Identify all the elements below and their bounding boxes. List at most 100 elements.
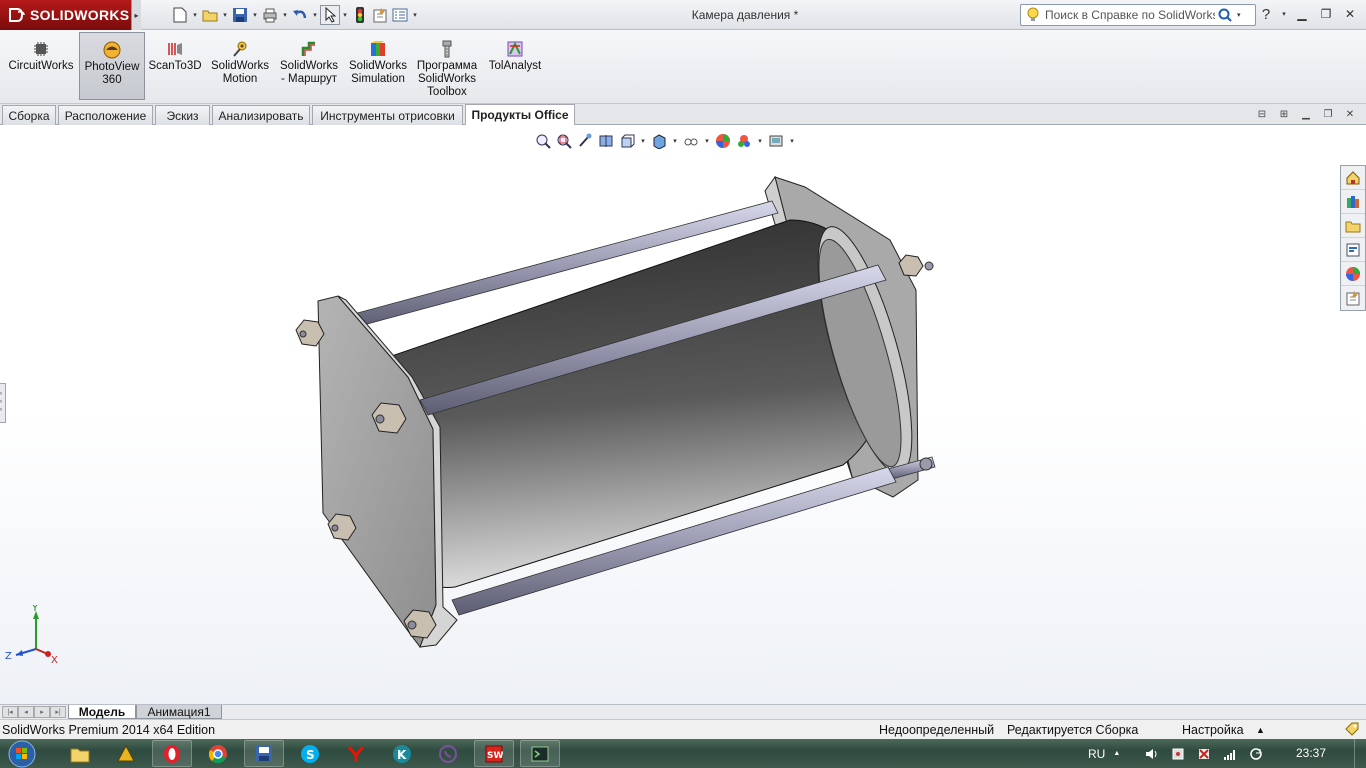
new-document-icon[interactable] [170, 5, 190, 25]
chevron-down-icon[interactable]: ▾ [410, 11, 420, 19]
undo-icon[interactable] [290, 5, 310, 25]
chevron-down-icon[interactable]: ▾ [280, 11, 290, 19]
chevron-down-icon[interactable]: ▾ [787, 137, 797, 145]
print-icon[interactable] [260, 5, 280, 25]
tab-evaluate[interactable]: Анализировать [212, 105, 310, 125]
network-signal-icon[interactable] [1222, 746, 1238, 762]
taskbar-explorer[interactable] [60, 740, 100, 767]
save-icon[interactable] [230, 5, 250, 25]
zoom-to-fit-icon[interactable] [533, 131, 553, 151]
file-explorer-icon[interactable] [1341, 214, 1365, 238]
show-desktop-button[interactable] [1354, 739, 1366, 768]
start-button[interactable] [4, 739, 40, 768]
first-tab-arrow-icon[interactable]: |◂ [2, 706, 18, 718]
hide-show-items-icon[interactable] [681, 131, 701, 151]
volume-icon[interactable] [1144, 746, 1160, 762]
language-indicator[interactable]: RU ▲ [1088, 747, 1120, 761]
pressure-chamber-model[interactable] [0, 125, 1366, 704]
section-view-icon[interactable] [596, 131, 616, 151]
ribbon-button-toolbox[interactable]: Программа SolidWorks Toolbox [414, 32, 480, 100]
tab-animation1[interactable]: Анимация1 [136, 705, 222, 719]
minimize-button[interactable]: ▁ [1292, 4, 1312, 24]
chevron-down-icon[interactable]: ▾ [340, 11, 350, 19]
taskbar-viber[interactable] [428, 740, 468, 767]
taskbar-save-app[interactable] [244, 740, 284, 767]
tab-office-products[interactable]: Продукты Office [465, 104, 575, 125]
appearances-scenes-icon[interactable] [1341, 262, 1365, 286]
tab-layout[interactable]: Расположение [58, 105, 153, 125]
ribbon-button-motion[interactable]: SolidWorks Motion [207, 32, 273, 100]
select-pointer-icon[interactable] [320, 5, 340, 25]
last-tab-arrow-icon[interactable]: ▸| [50, 706, 66, 718]
solidworks-resources-icon[interactable] [1341, 166, 1365, 190]
search-icon[interactable] [1217, 7, 1233, 23]
rebuild-icon[interactable] [350, 5, 370, 25]
chevron-down-icon[interactable]: ▾ [220, 11, 230, 19]
chevron-up-icon[interactable]: ▲ [1256, 725, 1265, 735]
ribbon-button-scanto3d[interactable]: ScanTo3D [147, 32, 203, 100]
tab-model[interactable]: Модель [68, 705, 136, 719]
design-library-icon[interactable] [1341, 190, 1365, 214]
taskbar-autocad[interactable] [106, 740, 146, 767]
chevron-down-icon[interactable]: ▾ [1237, 11, 1241, 19]
edit-appearance-icon[interactable] [713, 131, 733, 151]
next-tab-arrow-icon[interactable]: ▸ [34, 706, 50, 718]
help-search-box[interactable]: ▾ [1020, 4, 1256, 26]
hex-nut[interactable] [898, 254, 934, 277]
security-alert-icon[interactable] [1196, 746, 1212, 762]
doc-minimize-button[interactable]: ▁ [1298, 106, 1314, 122]
doc-close-button[interactable]: ✕ [1342, 106, 1358, 122]
prev-tab-arrow-icon[interactable]: ◂ [18, 706, 34, 718]
taskbar-opera[interactable] [152, 740, 192, 767]
zoom-to-area-icon[interactable] [554, 131, 574, 151]
help-icon[interactable]: ? [1256, 4, 1276, 24]
ribbon-button-circuitworks[interactable]: CircuitWorks [6, 32, 76, 100]
apply-scene-icon[interactable] [734, 131, 754, 151]
chevron-up-icon[interactable]: ▲ [1113, 750, 1120, 757]
tab-assembly[interactable]: Сборка [2, 105, 56, 125]
taskbar-chrome[interactable] [198, 740, 238, 767]
view-settings-icon[interactable] [766, 131, 786, 151]
sync-icon[interactable] [1248, 746, 1264, 762]
close-button[interactable]: ✕ [1340, 4, 1360, 24]
chevron-down-icon[interactable]: ▾ [310, 11, 320, 19]
ribbon-button-routing[interactable]: SolidWorks - Маршрут [277, 32, 341, 100]
tab-sketch[interactable]: Эскиз [155, 105, 210, 125]
device-icon[interactable] [1170, 746, 1186, 762]
solidworks-logo[interactable]: SOLIDWORKS [0, 0, 131, 30]
previous-view-icon[interactable] [575, 131, 595, 151]
view-orientation-icon[interactable] [617, 131, 637, 151]
help-search-input[interactable] [1045, 8, 1215, 22]
tile-vertical-icon[interactable]: ⊞ [1276, 106, 1292, 122]
taskbar-skype[interactable]: S [290, 740, 330, 767]
tab-sketch-ink[interactable]: Инструменты отрисовки [312, 105, 463, 125]
chevron-down-icon[interactable]: ▾ [670, 137, 680, 145]
graphics-area[interactable]: ▾ ▾ ▾ ▾ ▾ › › › Y X Z [0, 125, 1366, 704]
chevron-down-icon[interactable]: ▾ [755, 137, 765, 145]
ribbon-button-tolanalyst[interactable]: TolAnalyst [484, 32, 546, 100]
tile-horizontal-icon[interactable]: ⊟ [1254, 106, 1270, 122]
feature-manager-expand-handle[interactable]: › › › [0, 383, 6, 423]
chevron-down-icon[interactable]: ▾ [250, 11, 260, 19]
restore-button[interactable]: ❐ [1316, 4, 1336, 24]
chevron-down-icon[interactable]: ▾ [190, 11, 200, 19]
tag-icon[interactable] [1344, 721, 1360, 740]
menu-expand-icon[interactable]: ▸ [131, 0, 141, 30]
options-icon[interactable] [390, 5, 410, 25]
display-style-icon[interactable] [649, 131, 669, 151]
doc-restore-button[interactable]: ❐ [1320, 106, 1336, 122]
taskbar-clock[interactable]: 23:37 [1296, 746, 1326, 760]
chevron-down-icon[interactable]: ▾ [702, 137, 712, 145]
file-properties-icon[interactable] [370, 5, 390, 25]
chevron-down-icon[interactable]: ▾ [1280, 4, 1288, 24]
ribbon-button-photoview[interactable]: PhotoView 360 [79, 32, 145, 100]
taskbar-kaspersky[interactable]: K [382, 740, 422, 767]
taskbar-yandex[interactable] [336, 740, 376, 767]
custom-properties-icon[interactable] [1341, 286, 1365, 310]
open-folder-icon[interactable] [200, 5, 220, 25]
taskbar-solidworks[interactable]: SW [474, 740, 514, 767]
view-palette-icon[interactable] [1341, 238, 1365, 262]
taskbar-terminal[interactable] [520, 740, 560, 767]
ribbon-button-simulation[interactable]: SolidWorks Simulation [345, 32, 411, 100]
status-customize[interactable]: Настройка [1182, 723, 1244, 737]
